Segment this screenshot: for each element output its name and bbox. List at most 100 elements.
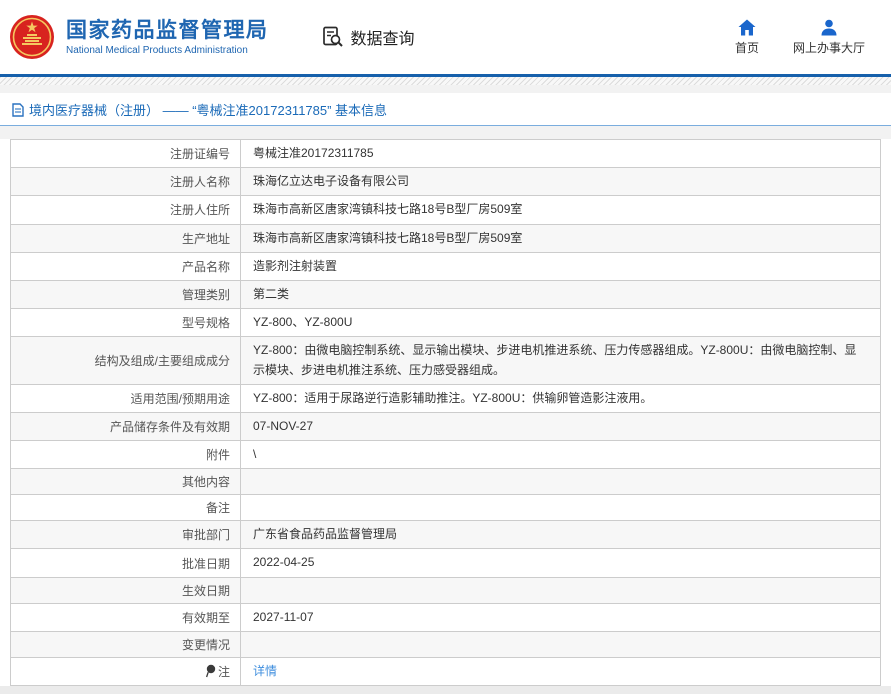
- row-value: \: [241, 441, 880, 468]
- row-value: YZ-800：由微电脑控制系统、显示输出模块、步进电机推进系统、压力传感器组成。…: [241, 337, 880, 383]
- row-label: 批准日期: [11, 549, 241, 577]
- row-value: 详情: [241, 658, 880, 685]
- row-value-text: 造影剂注射装置: [253, 258, 338, 273]
- row-label-text: 生产地址: [181, 231, 230, 246]
- row-label: 注册人住所: [11, 196, 241, 224]
- hatch-band: [0, 77, 891, 85]
- nav-service-hall-label: 网上办事大厅: [792, 40, 865, 55]
- row-label: 生效日期: [11, 577, 241, 603]
- table-row: 其他内容: [11, 469, 880, 496]
- note-pin-icon: [205, 665, 216, 678]
- nav-home[interactable]: 首页: [735, 19, 759, 56]
- row-value-text: YZ-800：适用于尿路逆行造影辅助推注。YZ-800U：供输卵管造影注液用。: [253, 390, 653, 405]
- breadcrumb-text: 境内医疗器械（注册） —— “粤械注准20172311785” 基本信息: [29, 103, 388, 118]
- table-row: 注 详情: [11, 657, 880, 686]
- row-value: 珠海市高新区唐家湾镇科技七路18号B型厂房509室: [241, 225, 880, 252]
- row-label-text: 附件: [205, 448, 230, 463]
- detail-link[interactable]: 详情: [253, 664, 277, 678]
- row-label-text: 管理类别: [181, 288, 230, 303]
- row-label: 产品储存条件及有效期: [11, 412, 241, 441]
- table-row: 适用范围/预期用途 YZ-800：适用于尿路逆行造影辅助推注。YZ-800U：供…: [11, 384, 880, 413]
- document-icon: [12, 102, 24, 117]
- nav-service-hall[interactable]: 网上办事大厅: [793, 19, 865, 56]
- row-value: YZ-800、YZ-800U: [241, 309, 880, 336]
- table-row: 型号规格 YZ-800、YZ-800U: [11, 309, 880, 338]
- row-value: 2027-11-07: [241, 604, 880, 631]
- row-value: [241, 640, 880, 648]
- row-label: 产品名称: [11, 252, 241, 280]
- row-label: 适用范围/预期用途: [11, 384, 241, 412]
- table-row: 结构及组成/主要组成成分 YZ-800：由微电脑控制系统、显示输出模块、步进电机…: [11, 337, 880, 385]
- row-value-text: 珠海市高新区唐家湾镇科技七路18号B型厂房509室: [253, 230, 523, 245]
- row-label: 审批部门: [11, 521, 241, 549]
- row-label-text: 变更情况: [181, 637, 230, 652]
- table-row: 审批部门 广东省食品药品监督管理局: [11, 521, 880, 550]
- site-title-cn: 国家药品监督管理局: [66, 18, 269, 42]
- data-query-label: 数据查询: [350, 31, 415, 48]
- row-label: 注册证编号: [11, 140, 241, 168]
- row-label-text: 适用范围/预期用途: [130, 391, 230, 406]
- row-value-text: YZ-800、YZ-800U: [253, 315, 353, 330]
- row-label: 变更情况: [11, 631, 241, 657]
- row-label-text: 审批部门: [181, 528, 230, 543]
- row-value-text: 粤械注准20172311785: [253, 146, 374, 160]
- row-label-text: 产品名称: [181, 259, 230, 274]
- footer-strip: [0, 686, 891, 694]
- row-value: YZ-800：适用于尿路逆行造影辅助推注。YZ-800U：供输卵管造影注液用。: [241, 385, 880, 412]
- gray-band: [0, 126, 891, 139]
- row-label: 注: [11, 657, 241, 685]
- table-row: 生产地址 珠海市高新区唐家湾镇科技七路18号B型厂房509室: [11, 224, 880, 253]
- row-value-text: \: [253, 447, 257, 462]
- row-value-text: 07-NOV-27: [253, 418, 314, 433]
- row-value: 第二类: [241, 281, 880, 308]
- table-row: 注册人名称 珠海亿立达电子设备有限公司: [11, 168, 880, 197]
- row-value: 造影剂注射装置: [241, 253, 880, 280]
- top-nav: 首页 网上办事大厅: [735, 19, 865, 56]
- row-value: 广东省食品药品监督管理局: [241, 521, 880, 548]
- row-value: 2022-04-25: [241, 549, 880, 576]
- row-label: 注册人名称: [11, 168, 241, 196]
- row-label-text: 备注: [205, 501, 230, 516]
- row-label: 生产地址: [11, 224, 241, 252]
- row-value: 粤械注准20172311785: [241, 140, 880, 167]
- row-label-text: 批准日期: [181, 556, 230, 571]
- row-value: [241, 586, 880, 594]
- row-label: 备注: [11, 495, 241, 521]
- row-value-text: 珠海亿立达电子设备有限公司: [253, 174, 410, 189]
- registration-table: 注册证编号 粤械注准20172311785 注册人名称 珠海亿立达电子设备有限公…: [10, 139, 881, 686]
- main-content: 注册证编号 粤械注准20172311785 注册人名称 珠海亿立达电子设备有限公…: [0, 139, 891, 686]
- row-label-text: 注册人住所: [169, 203, 230, 218]
- row-label-text: 结构及组成/主要组成成分: [94, 354, 230, 368]
- row-value-text: 2027-11-07: [253, 609, 314, 624]
- row-label: 型号规格: [11, 309, 241, 337]
- row-value-text: 第二类: [253, 286, 290, 301]
- gray-band: [0, 85, 891, 93]
- home-icon: [738, 19, 756, 35]
- row-value: [241, 478, 880, 486]
- nav-home-label: 首页: [734, 40, 759, 55]
- doc-magnifier-icon: [322, 26, 343, 47]
- row-label-text: 有效期至: [181, 610, 230, 625]
- row-value: [241, 504, 880, 512]
- row-value-text: YZ-800：由微电脑控制系统、显示输出模块、步进电机推进系统、压力传感器组成。…: [253, 343, 857, 377]
- table-row: 批准日期 2022-04-25: [11, 549, 880, 578]
- site-title-en: National Medical Products Administration: [66, 45, 248, 57]
- row-label-text: 注册人名称: [169, 175, 230, 190]
- row-label-text: 产品储存条件及有效期: [109, 419, 230, 434]
- row-label: 其他内容: [11, 469, 241, 495]
- table-row: 备注: [11, 495, 880, 522]
- table-row: 生效日期: [11, 577, 880, 604]
- row-label-text: 型号规格: [181, 316, 230, 331]
- row-value: 珠海市高新区唐家湾镇科技七路18号B型厂房509室: [241, 196, 880, 223]
- table-row: 管理类别 第二类: [11, 280, 880, 310]
- row-value: 珠海亿立达电子设备有限公司: [241, 168, 880, 195]
- row-label-text: 注: [217, 664, 230, 679]
- row-label: 结构及组成/主要组成成分: [11, 337, 241, 384]
- row-value-text: 珠海市高新区唐家湾镇科技七路18号B型厂房509室: [253, 202, 523, 217]
- table-row: 附件 \: [11, 441, 880, 470]
- table-row: 注册证编号 粤械注准20172311785: [11, 140, 880, 169]
- row-label-text: 生效日期: [181, 583, 230, 598]
- table-row: 变更情况: [11, 631, 880, 658]
- row-label-text: 其他内容: [181, 475, 230, 490]
- data-query-nav[interactable]: 数据查询: [321, 25, 415, 49]
